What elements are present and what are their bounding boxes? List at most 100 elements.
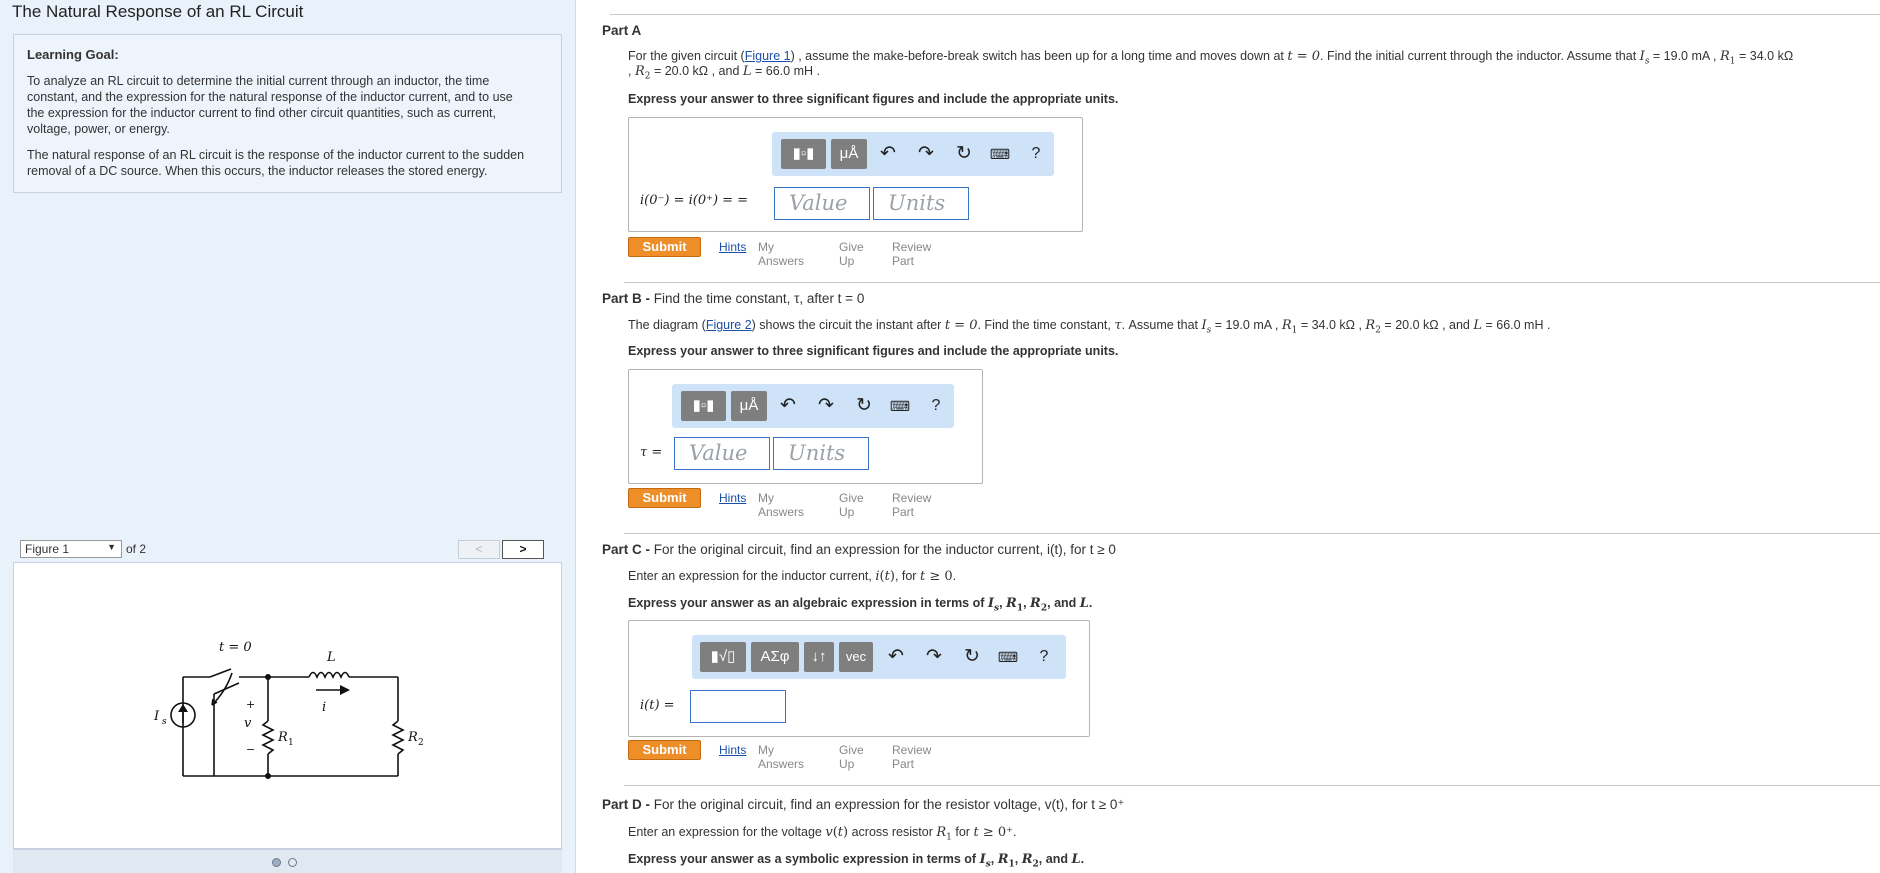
divider: [624, 282, 1880, 283]
source-label: I: [153, 709, 160, 724]
help-icon[interactable]: ?: [1030, 645, 1058, 669]
templates-button[interactable]: ▮√▯: [700, 642, 746, 672]
math: t = 0: [1287, 49, 1321, 64]
my-answers-link[interactable]: My Answers: [758, 240, 804, 268]
give-up-link[interactable]: Give Up: [839, 491, 864, 519]
redo-icon[interactable]: ↷: [912, 142, 940, 166]
part-a-instruction: Express your answer to three significant…: [628, 92, 1119, 106]
goal-line: The natural response of an RL circuit is…: [27, 148, 525, 162]
review-part-link[interactable]: Review Part: [892, 743, 931, 771]
part-c-answer-box: ▮√▯ ΑΣφ ↓↑ vec ↶ ↷ ↻ ⌨ ? i(t) =: [628, 620, 1090, 737]
hints-link[interactable]: Hints: [719, 240, 746, 254]
my-answers-link[interactable]: My Answers: [758, 743, 804, 771]
text: = 20.0 kΩ , and: [1380, 318, 1470, 332]
part-a-units-input[interactable]: Units: [873, 187, 969, 220]
undo-icon[interactable]: ↶: [874, 142, 902, 166]
figure-2-link[interactable]: Figure 2: [706, 318, 752, 332]
part-d-title-rest: For the original circuit, find an expres…: [650, 797, 1125, 812]
give-up-link[interactable]: Give Up: [839, 240, 864, 268]
keyboard-icon[interactable]: ⌨: [886, 394, 914, 418]
part-b-title: Part B - Find the time constant, τ, afte…: [602, 291, 864, 306]
plus-sign: +: [246, 698, 255, 711]
text: = 34.0 kΩ: [1735, 49, 1794, 63]
r1-label: R: [277, 730, 288, 745]
page-dot-2[interactable]: [288, 858, 297, 867]
give-up-link[interactable]: Give Up: [839, 743, 864, 771]
switch-label: t = 0: [219, 640, 252, 655]
part-b-submit-button[interactable]: Submit: [628, 488, 701, 508]
part-a-toolbar: ▮▫▮ μÅ ↶ ↷ ↻ ⌨ ?: [772, 132, 1054, 176]
part-c-title: Part C - For the original circuit, find …: [602, 542, 1116, 557]
arrows-button[interactable]: ↓↑: [804, 642, 834, 672]
goal-line: constant, and the expression for the nat…: [27, 90, 513, 104]
next-figure-button[interactable]: >: [502, 540, 544, 559]
hints-link[interactable]: Hints: [719, 491, 746, 505]
math: L: [742, 64, 752, 79]
goal-line: To analyze an RL circuit to determine th…: [27, 74, 490, 88]
text: Express your answer as an algebraic expr…: [628, 596, 985, 610]
reset-icon[interactable]: ↻: [950, 142, 978, 166]
text: = 66.0 mH .: [1482, 318, 1551, 332]
part-a-title: Part A: [602, 23, 641, 38]
help-icon[interactable]: ?: [1022, 142, 1050, 166]
divider: [610, 14, 1880, 15]
figure-1-link[interactable]: Figure 1: [745, 49, 791, 63]
part-b-title-rest: Find the time constant, τ, after t = 0: [650, 291, 865, 306]
part-a-submit-button[interactable]: Submit: [628, 237, 701, 257]
learning-goal-paragraph-1: To analyze an RL circuit to determine th…: [27, 73, 548, 137]
templates-button[interactable]: ▮▫▮: [781, 139, 826, 169]
part-b-units-input[interactable]: Units: [773, 437, 869, 470]
figure-panel: t = 0 L i I s v + − R 1 R 2: [13, 562, 562, 849]
figure-pager: [13, 849, 562, 873]
text: .: [952, 569, 957, 583]
part-a-title-text: Part A: [602, 23, 642, 38]
reset-icon[interactable]: ↻: [850, 394, 878, 418]
redo-icon[interactable]: ↷: [812, 394, 840, 418]
part-c-toolbar: ▮√▯ ΑΣφ ↓↑ vec ↶ ↷ ↻ ⌨ ?: [692, 635, 1066, 679]
divider: [624, 533, 1880, 534]
keyboard-icon[interactable]: ⌨: [994, 645, 1022, 669]
goal-line: removal of a DC source. When this occurs…: [27, 164, 488, 178]
part-c-submit-button[interactable]: Submit: [628, 740, 701, 760]
help-icon[interactable]: ?: [922, 394, 950, 418]
part-d-instruction: Express your answer as a symbolic expres…: [628, 852, 1085, 870]
page-dot-1[interactable]: [272, 858, 281, 867]
redo-icon[interactable]: ↷: [920, 645, 948, 669]
figure-navigation: Figure 1 ▼ of 2 < >: [13, 540, 562, 560]
part-a-equation-label: i(0⁻) = i(0⁺) = =: [640, 193, 749, 208]
part-b-toolbar: ▮▫▮ μÅ ↶ ↷ ↻ ⌨ ?: [672, 384, 954, 428]
r1-subscript: 1: [288, 738, 294, 748]
part-a-answer-box: ▮▫▮ μÅ ↶ ↷ ↻ ⌨ ? i(0⁻) = i(0⁺) = = Value…: [628, 117, 1083, 232]
text: = 19.0 mA ,: [1649, 49, 1717, 63]
text: . Assume that: [1121, 318, 1199, 332]
text: ) shows the circuit the instant after: [751, 318, 942, 332]
divider: [624, 785, 1880, 786]
goal-line: the expression for the inductor current …: [27, 106, 496, 120]
vector-button[interactable]: vec: [839, 642, 873, 672]
units-button[interactable]: μÅ: [731, 391, 767, 421]
reset-icon[interactable]: ↻: [958, 645, 986, 669]
figure-select[interactable]: Figure 1 ▼: [20, 540, 122, 558]
templates-button[interactable]: ▮▫▮: [681, 391, 726, 421]
part-a-value-input[interactable]: Value: [774, 187, 870, 220]
inductor-label: L: [326, 650, 336, 665]
my-answers-link[interactable]: My Answers: [758, 491, 804, 519]
part-c-expression-input[interactable]: [690, 690, 786, 723]
undo-icon[interactable]: ↶: [774, 394, 802, 418]
keyboard-icon[interactable]: ⌨: [986, 142, 1014, 166]
learning-goal-heading: Learning Goal:: [27, 47, 119, 62]
review-part-link[interactable]: Review Part: [892, 240, 931, 268]
text: across resistor: [851, 825, 933, 839]
review-part-link[interactable]: Review Part: [892, 491, 931, 519]
greek-button[interactable]: ΑΣφ: [751, 642, 799, 672]
undo-icon[interactable]: ↶: [882, 645, 910, 669]
previous-figure-button[interactable]: <: [458, 540, 500, 559]
units-button[interactable]: μÅ: [831, 139, 867, 169]
part-d-title: Part D - For the original circuit, find …: [602, 797, 1125, 813]
part-b-value-input[interactable]: Value: [674, 437, 770, 470]
part-b-question: The diagram (Figure 2) shows the circuit…: [628, 318, 1551, 336]
dropdown-arrow-icon: ▼: [107, 542, 116, 552]
hints-link[interactable]: Hints: [719, 743, 746, 757]
part-b-title-bold: Part B -: [602, 291, 651, 306]
part-b-answer-box: ▮▫▮ μÅ ↶ ↷ ↻ ⌨ ? τ = Value Units: [628, 369, 983, 484]
